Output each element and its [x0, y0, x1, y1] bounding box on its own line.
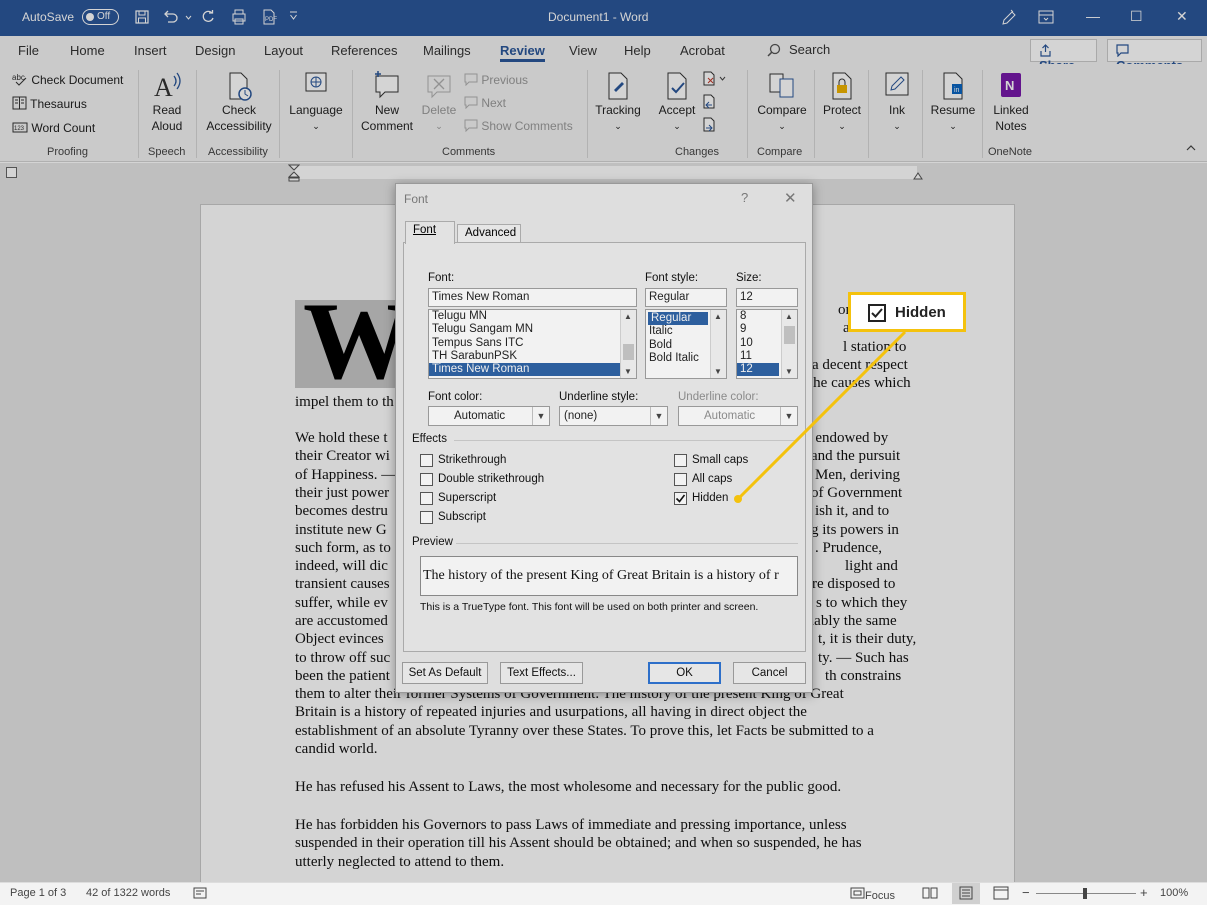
- zoom-level[interactable]: 100%: [1160, 887, 1188, 899]
- hidden-label: Hidden: [692, 492, 729, 504]
- print-layout-icon[interactable]: [952, 883, 980, 904]
- font-style-input[interactable]: Regular: [645, 288, 727, 307]
- strikethrough-checkbox[interactable]: [420, 454, 433, 467]
- dialog-close-button[interactable]: ✕: [784, 189, 797, 207]
- checkmark-icon: [675, 494, 686, 503]
- all-caps-checkbox[interactable]: [674, 473, 687, 486]
- list-item[interactable]: Tempus Sans ITC: [429, 337, 636, 350]
- size-label: Size:: [736, 272, 762, 284]
- font-name-list[interactable]: Telugu MN Telugu Sangam MN Tempus Sans I…: [428, 309, 637, 379]
- underline-color-select[interactable]: Automatic ▼: [678, 406, 798, 426]
- superscript-checkbox[interactable]: [420, 492, 433, 505]
- preview-label: Preview: [412, 536, 453, 548]
- font-tab-panel: Font: Times New Roman Telugu MN Telugu S…: [403, 242, 806, 652]
- small-caps-label: Small caps: [692, 454, 749, 466]
- font-style-list[interactable]: Regular Italic Bold Bold Italic ▲ ▼: [645, 309, 727, 379]
- font-dialog: Font ? ✕ Font Advanced Font: Times New R…: [395, 183, 813, 693]
- tab-advanced[interactable]: Advanced: [457, 224, 521, 243]
- scrollbar[interactable]: ▲ ▼: [710, 310, 726, 378]
- scrollbar[interactable]: ▲ ▼: [620, 310, 636, 378]
- small-caps-checkbox[interactable]: [674, 454, 687, 467]
- status-bar: Page 1 of 3 42 of 1322 words Focus − + 1…: [0, 882, 1207, 905]
- page-count[interactable]: Page 1 of 3: [10, 887, 66, 899]
- hidden-checkbox[interactable]: [674, 492, 687, 505]
- zoom-in-icon[interactable]: +: [1140, 885, 1148, 900]
- size-input[interactable]: 12: [736, 288, 798, 307]
- double-strikethrough-label: Double strikethrough: [438, 473, 545, 485]
- underline-style-select[interactable]: (none) ▼: [559, 406, 668, 426]
- chevron-down-icon: ▼: [650, 407, 667, 425]
- divider: [454, 440, 798, 441]
- chevron-down-icon: ▼: [780, 407, 797, 425]
- preview-text: The history of the present King of Great…: [423, 568, 779, 583]
- superscript-label: Superscript: [438, 492, 497, 504]
- effects-label: Effects: [412, 433, 447, 445]
- focus-label: Focus: [865, 890, 895, 902]
- list-item[interactable]: Telugu MN: [429, 310, 636, 323]
- font-style-label: Font style:: [645, 272, 699, 284]
- font-preview-box: The history of the present King of Great…: [420, 556, 798, 596]
- focus-icon: [850, 887, 865, 899]
- list-item-selected[interactable]: Regular: [648, 312, 708, 326]
- underline-style-label: Underline style:: [559, 391, 639, 403]
- chevron-down-icon: ▼: [532, 407, 549, 425]
- all-caps-label: All caps: [692, 473, 733, 485]
- subscript-checkbox[interactable]: [420, 511, 433, 524]
- tab-font-label: Font: [413, 224, 437, 236]
- set-as-default-button[interactable]: Set As Default: [402, 662, 488, 684]
- web-layout-icon[interactable]: [993, 886, 1009, 900]
- zoom-slider-thumb[interactable]: [1083, 888, 1087, 899]
- read-mode-icon[interactable]: [922, 886, 938, 900]
- checkmark-icon: [871, 308, 883, 318]
- scrollbar[interactable]: ▲ ▼: [781, 310, 797, 378]
- tab-font[interactable]: Font: [405, 221, 455, 244]
- size-list[interactable]: 8 9 10 11 12 ▲ ▼: [736, 309, 798, 379]
- cancel-button[interactable]: Cancel: [733, 662, 806, 684]
- dialog-title: Font: [404, 192, 429, 206]
- font-name-input[interactable]: Times New Roman: [428, 288, 637, 307]
- list-item[interactable]: Telugu Sangam MN: [429, 323, 636, 336]
- list-item[interactable]: TH SarabunPSK: [429, 350, 636, 363]
- font-color-label: Font color:: [428, 391, 483, 403]
- strikethrough-label: Strikethrough: [438, 454, 507, 466]
- zoom-out-icon[interactable]: −: [1022, 885, 1030, 900]
- proofing-status-icon[interactable]: [193, 886, 207, 900]
- focus-button[interactable]: Focus: [850, 886, 895, 902]
- double-strikethrough-checkbox[interactable]: [420, 473, 433, 486]
- callout-checkbox: [868, 304, 886, 322]
- word-count-status[interactable]: 42 of 1322 words: [86, 887, 170, 899]
- divider: [456, 543, 798, 544]
- ok-button[interactable]: OK: [648, 662, 721, 684]
- text-effects-button[interactable]: Text Effects...: [500, 662, 583, 684]
- font-label: Font:: [428, 272, 455, 284]
- truetype-note: This is a TrueType font. This font will …: [420, 601, 759, 613]
- underline-color-value: Automatic: [704, 410, 756, 422]
- subscript-label: Subscript: [438, 511, 486, 523]
- font-color-select[interactable]: Automatic ▼: [428, 406, 550, 426]
- help-button[interactable]: ?: [741, 190, 748, 205]
- font-color-value: Automatic: [454, 410, 506, 422]
- list-item-selected[interactable]: 12: [737, 363, 779, 377]
- callout-box: Hidden: [848, 292, 966, 332]
- list-item-selected[interactable]: Times New Roman: [429, 363, 620, 377]
- callout-label: Hidden: [895, 304, 946, 321]
- underline-style-value: (none): [564, 410, 598, 422]
- underline-color-label: Underline color:: [678, 391, 759, 403]
